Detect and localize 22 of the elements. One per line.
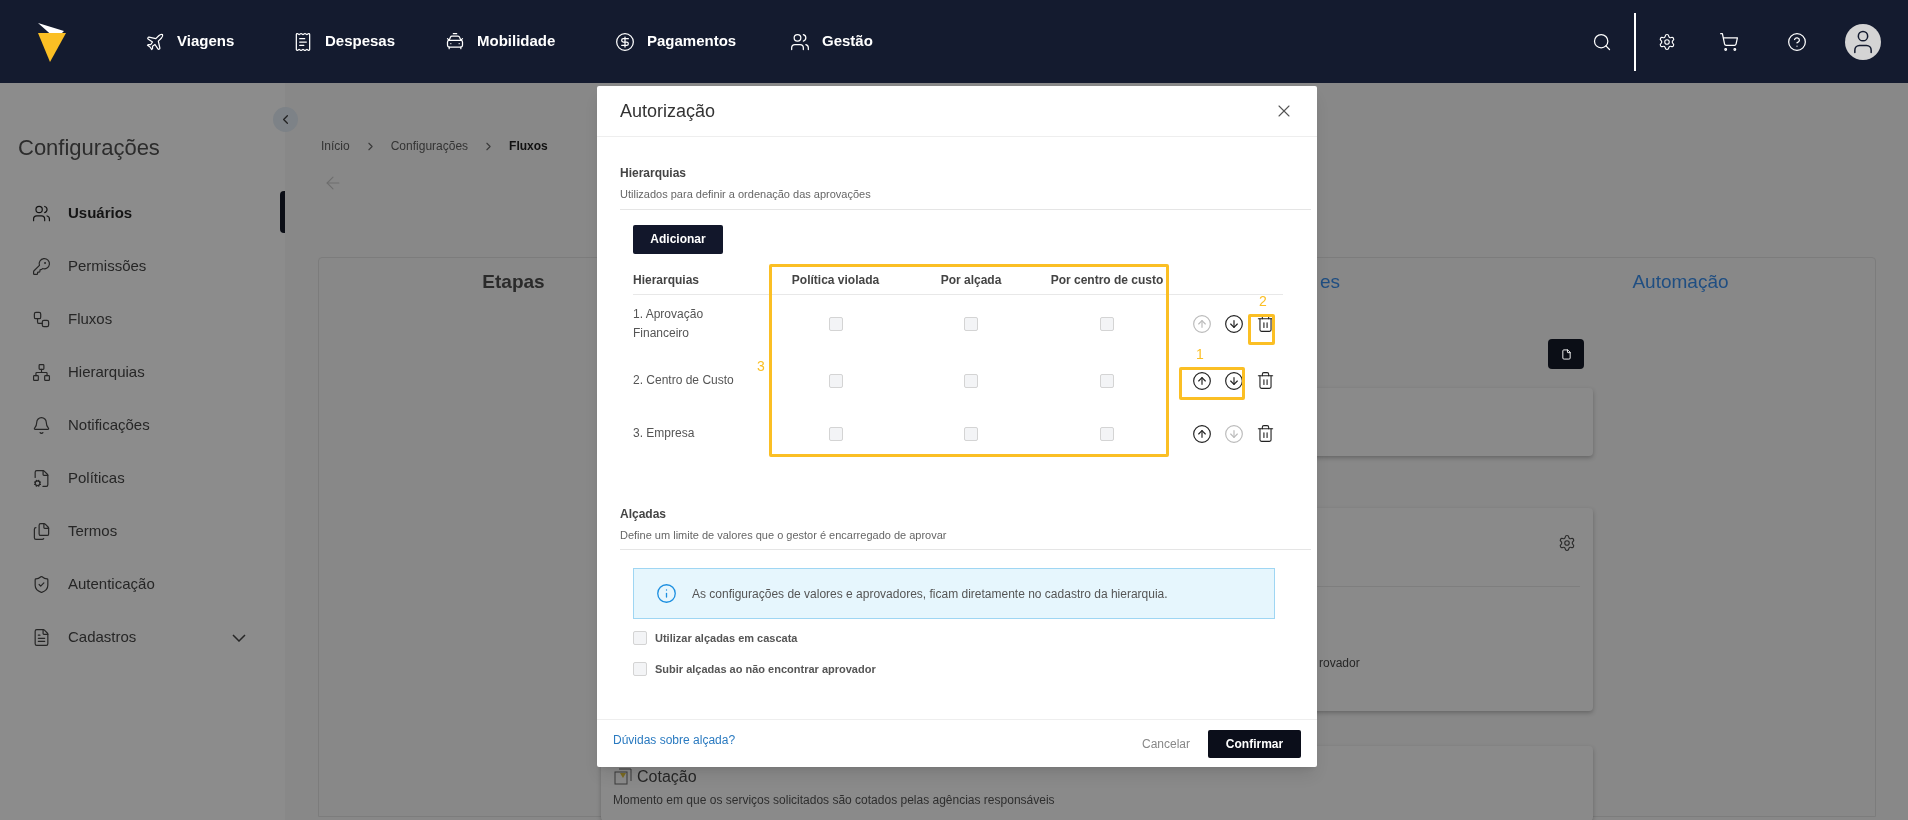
section-title: Alçadas xyxy=(620,505,668,523)
sidebar-title: Configurações xyxy=(17,134,161,162)
hierarchy-name: 1. Aprovação Financeiro xyxy=(633,305,705,342)
column-header: Por centro de custo xyxy=(1049,271,1165,289)
annotation-number: 3 xyxy=(757,356,765,376)
hierarchy-name: 2. Centro de Custo xyxy=(633,372,734,389)
section-subtitle: Utilizados para definir a ordenação das aprovações xyxy=(620,187,872,202)
stage-text: rovador xyxy=(1319,655,1360,672)
info-text: As configurações de valores e aprovadores, ficam diretamente no cadastro da hierarquia. xyxy=(692,585,1168,603)
section-subtitle: Define um limite de valores que o gestor é encarregado de aprovar xyxy=(620,527,948,543)
option-label: Subir alçadas ao não encontrar aprovador xyxy=(655,661,876,677)
stage-description: Momento em que os serviços solicitados são cotados pelas agências responsáveis xyxy=(613,792,1056,809)
column-header: Hierarquias xyxy=(633,271,701,289)
column-header: Política violada xyxy=(790,271,881,289)
column-header: Por alçada xyxy=(939,271,1003,289)
section-title: Hierarquias xyxy=(620,165,688,182)
annotation-number: 1 xyxy=(1196,344,1204,364)
option-label: Utilizar alçadas em cascata xyxy=(655,631,798,646)
stage-title: Cotação xyxy=(637,767,697,787)
dialog-title: Autorização xyxy=(620,99,716,123)
annotation-number: 2 xyxy=(1259,291,1267,311)
hierarchy-name: 3. Empresa xyxy=(633,425,695,442)
